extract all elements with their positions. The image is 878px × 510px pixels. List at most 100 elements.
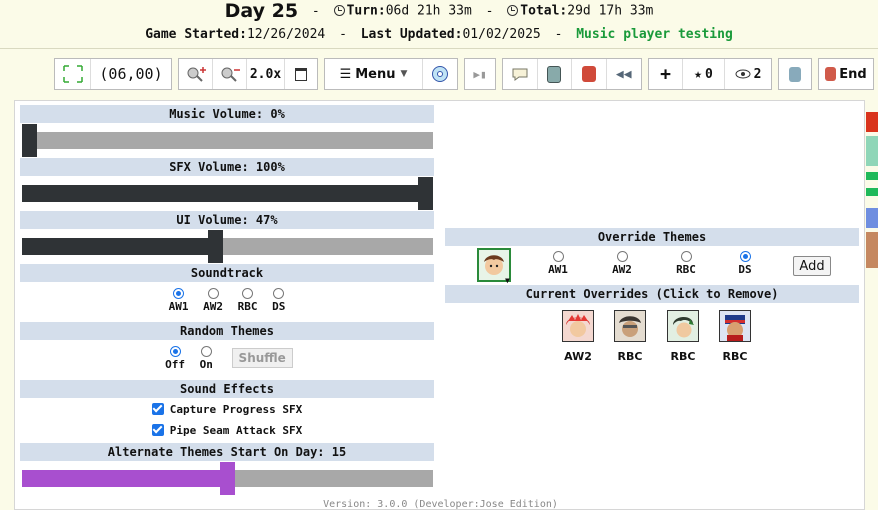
radio-button[interactable] (242, 288, 254, 299)
views-count[interactable]: 2 (725, 59, 771, 89)
override-label: RBC (617, 350, 643, 363)
option-label: RBC (676, 263, 696, 276)
override-portrait[interactable] (562, 310, 594, 342)
capture-sfx-checkbox-row[interactable]: Capture Progress SFX (20, 403, 434, 416)
coords-display: (06,00) (99, 65, 163, 83)
started-value: 12/26/2024 (246, 27, 326, 42)
radio-button[interactable] (616, 251, 628, 262)
override-option-aw2[interactable]: AW2 (599, 251, 645, 276)
checkbox-checked[interactable] (151, 403, 164, 415)
window-icon (295, 67, 307, 81)
option-label: AW2 (203, 300, 223, 313)
commander-icon (581, 66, 596, 82)
settings-panel: Music Volume: 0% SFX Volume: 100% UI Vol… (14, 100, 865, 510)
override-option-ds[interactable]: DS (722, 251, 768, 276)
calculator-button[interactable] (538, 59, 572, 89)
total-label: Total: (520, 3, 568, 19)
play-pause-button[interactable]: ▶▮ (465, 59, 495, 89)
co-portrait-icon (563, 311, 593, 341)
end-label: End (839, 66, 867, 82)
soundtrack-option-aw2[interactable]: AW2 (203, 288, 223, 313)
fullscreen-icon (62, 65, 83, 83)
zoom-in-icon (187, 67, 206, 82)
soundtrack-option-rbc[interactable]: RBC (238, 288, 258, 313)
option-label: DS (738, 263, 752, 276)
updated-label: Last Updated: (360, 27, 463, 42)
toolbar-group-play: ▶▮ (464, 58, 496, 90)
rewind-icon: ◀◀ (615, 66, 632, 82)
override-option-aw1[interactable]: AW1 (535, 251, 581, 276)
slider-thumb[interactable] (22, 124, 37, 157)
add-button[interactable]: + (649, 59, 683, 89)
music-disc-button[interactable] (423, 59, 457, 89)
chevron-down-icon[interactable]: ▼ (505, 276, 510, 285)
soundtrack-option-ds[interactable]: DS (272, 288, 285, 313)
override-label: RBC (670, 350, 696, 363)
zoom-level: 2.0x (247, 59, 285, 89)
clock-icon (333, 4, 345, 16)
soundtrack-option-aw1[interactable]: AW1 (169, 288, 189, 313)
player-button[interactable] (779, 59, 811, 89)
override-option-rbc[interactable]: RBC (663, 251, 709, 276)
slider-thumb[interactable] (220, 462, 235, 495)
divider (0, 48, 878, 49)
end-turn-button[interactable]: End (819, 59, 873, 89)
zoom-in-button[interactable] (179, 59, 213, 89)
radio-button[interactable] (200, 346, 212, 357)
random-themes-on[interactable]: On (200, 346, 213, 371)
window-button[interactable] (285, 59, 317, 89)
clock-icon (507, 4, 519, 16)
commander-button[interactable] (572, 59, 607, 89)
random-themes-header: Random Themes (20, 322, 434, 340)
shuffle-button[interactable]: Shuffle (231, 348, 293, 368)
rewind-button[interactable]: ◀◀ (607, 59, 641, 89)
co-portrait-icon (615, 311, 645, 341)
radio-button[interactable] (739, 251, 751, 262)
random-themes-off[interactable]: Off (165, 346, 185, 371)
ui-volume-slider[interactable] (22, 230, 433, 263)
play-pause-icon: ▶▮ (473, 67, 487, 81)
toolbar-group-stats: + ★ 0 2 (648, 58, 772, 90)
player-icon (789, 66, 801, 82)
radio-button[interactable] (169, 346, 181, 357)
started-label: Game Started: (145, 27, 247, 42)
slider-fill (22, 185, 426, 202)
zoom-out-button[interactable] (213, 59, 247, 89)
override-portrait[interactable] (614, 310, 646, 342)
slider-thumb[interactable] (208, 230, 223, 263)
option-label: RBC (237, 300, 258, 313)
menu-label: Menu (355, 66, 396, 82)
option-label: On (199, 358, 213, 371)
radio-button[interactable] (273, 288, 285, 299)
zoom-out-icon (221, 67, 240, 82)
add-override-button[interactable]: Add (793, 256, 831, 276)
slider-thumb[interactable] (418, 177, 433, 210)
radio-button[interactable] (173, 288, 185, 299)
menu-button[interactable]: ☰ Menu ▼ (325, 59, 423, 89)
calculator-icon (547, 65, 562, 83)
override-portrait[interactable] (719, 310, 751, 342)
stars-count[interactable]: ★ 0 (683, 59, 725, 89)
checkbox-checked[interactable] (151, 424, 164, 436)
radio-button[interactable] (680, 251, 692, 262)
alt-themes-slider[interactable] (22, 462, 433, 495)
toolbar-group-menu: ☰ Menu ▼ (324, 58, 458, 90)
chat-icon (512, 68, 528, 81)
override-portrait[interactable] (667, 310, 699, 342)
music-volume-slider[interactable] (22, 124, 433, 157)
option-label: AW1 (168, 300, 189, 313)
updated-value: 01/02/2025 (462, 27, 541, 42)
radio-button[interactable] (552, 251, 564, 262)
sfx-volume-slider[interactable] (22, 177, 433, 210)
override-themes-header: Override Themes (445, 228, 859, 246)
fullscreen-button[interactable] (55, 59, 91, 89)
pipe-sfx-checkbox-row[interactable]: Pipe Seam Attack SFX (20, 424, 434, 437)
day-label: Day 25 (224, 0, 299, 22)
header-dates-line: Game Started:12/26/2024 - Last Updated:0… (145, 27, 733, 42)
random-themes-radios: Off On Shuffle (20, 346, 434, 371)
end-turn-icon (825, 67, 837, 81)
edge-portrait-strip (866, 112, 878, 132)
option-label: AW2 (612, 263, 632, 276)
chat-button[interactable] (503, 59, 538, 89)
radio-button[interactable] (207, 288, 219, 299)
